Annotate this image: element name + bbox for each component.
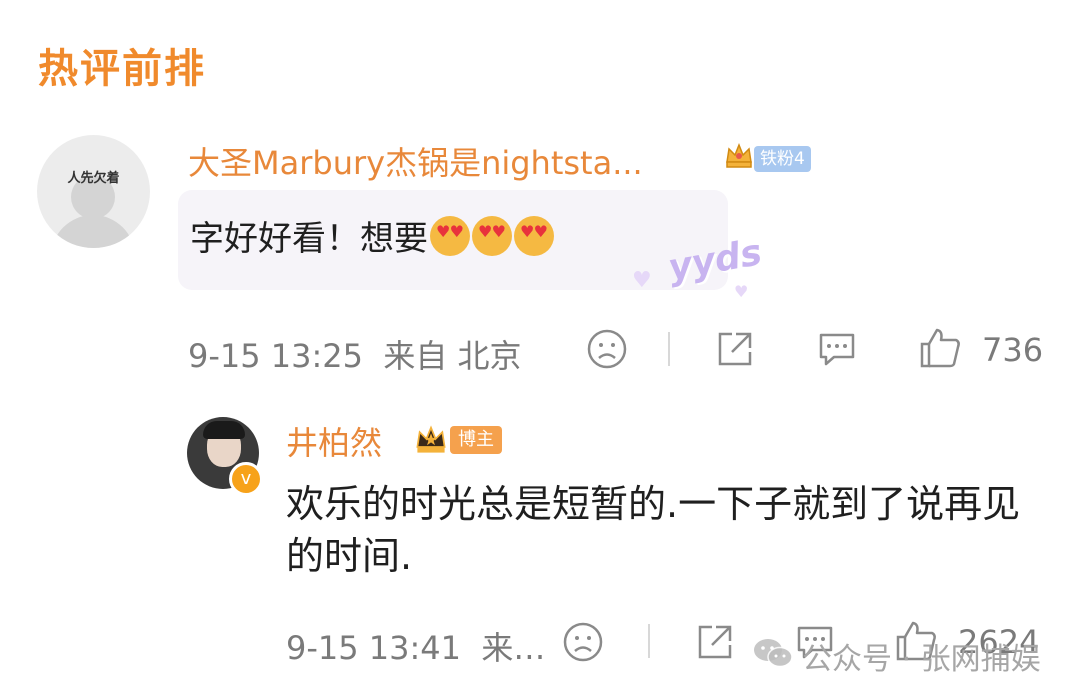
avatar-hair	[203, 421, 245, 439]
reply-timestamp: 9-15 13:41	[286, 629, 462, 667]
verified-icon: v	[229, 462, 263, 496]
wechat-icon	[754, 639, 793, 668]
divider	[648, 624, 650, 658]
like-icon[interactable]	[918, 326, 962, 370]
heart-eyes-emoji-icon	[472, 216, 512, 256]
reply-time: 9-15 13:41 来…	[286, 623, 545, 669]
blogger-badge: 博主	[450, 426, 502, 454]
comment-username[interactable]: 大圣Marbury杰锅是nightsta...	[188, 138, 643, 184]
reply-source: 来…	[481, 629, 546, 667]
frown-icon[interactable]	[562, 621, 604, 663]
share-icon[interactable]	[714, 328, 756, 370]
avatar[interactable]: 人先欠着	[37, 135, 150, 248]
crown-icon	[726, 142, 752, 168]
comment-source: 来自 北京	[383, 337, 522, 375]
watermark: 公众号 · 张网捕娱	[802, 642, 1041, 677]
comment-body: 字好好看！想要	[190, 219, 428, 259]
comment-time: 9-15 13:25 来自 北京	[188, 331, 522, 377]
reply-username[interactable]: 井柏然	[286, 418, 382, 464]
heart-eyes-emoji-icon	[514, 216, 554, 256]
avatar-caption: 人先欠着	[67, 171, 120, 186]
comment-timestamp: 9-15 13:25	[188, 337, 364, 375]
heart-decoration-icon: ♥	[734, 282, 749, 301]
fan-badge: 铁粉4	[754, 146, 811, 172]
comment-text: 字好好看！想要	[190, 211, 554, 260]
like-count: 736	[982, 331, 1044, 369]
heart-eyes-emoji-icon	[430, 216, 470, 256]
heart-decoration-icon: ♥	[632, 268, 652, 293]
divider	[668, 332, 670, 366]
avatar-body	[51, 215, 135, 248]
crown-icon	[416, 425, 446, 453]
reply-text: 欢乐的时光总是短暂的.一下子就到了说再见的时间.	[286, 482, 1021, 578]
share-icon[interactable]	[694, 621, 736, 663]
section-title: 热评前排	[38, 46, 206, 92]
frown-icon[interactable]	[586, 328, 628, 370]
comment-icon[interactable]	[816, 328, 858, 370]
